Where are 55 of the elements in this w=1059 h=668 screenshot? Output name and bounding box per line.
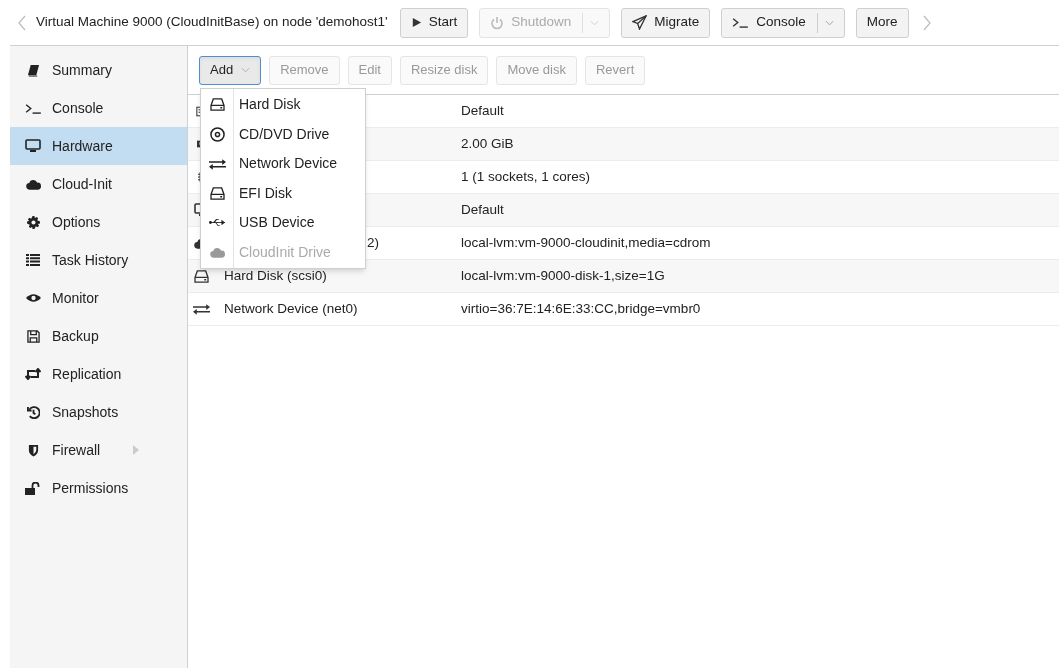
- sidebar-item[interactable]: Firewall: [10, 431, 187, 469]
- play-icon: [410, 17, 422, 28]
- sidebar-item[interactable]: Task History: [10, 241, 187, 279]
- table-cell-text: local-lvm:vm-9000-cloudinit,media=cdrom: [461, 233, 711, 252]
- usb-icon: [209, 218, 225, 228]
- terminal-icon: [24, 102, 42, 114]
- toolbar-button[interactable]: Start: [399, 7, 469, 38]
- table-cell-text: Hard Disk (scsi0): [224, 266, 327, 285]
- table-cell-text: Default: [461, 101, 504, 120]
- table-cell-text: virtio=36:7E:14:6E:33:CC,bridge=vmbr0: [461, 299, 701, 318]
- power-icon: [490, 15, 505, 30]
- disc-icon: [209, 126, 225, 142]
- menu-item[interactable]: EFI Disk: [201, 178, 365, 208]
- sidebar-item[interactable]: Summary: [10, 51, 187, 89]
- sidebar-item[interactable]: Hardware: [10, 127, 187, 165]
- window-title: Virtual Machine 9000 (CloudInitBase) on node 'demohost1': [36, 13, 388, 32]
- menu-item[interactable]: Network Device: [201, 149, 365, 179]
- table-cell-text: 2.00 GiB: [461, 134, 514, 153]
- book-icon: [26, 63, 40, 77]
- table-cell-text: Network Device (net0): [224, 299, 358, 318]
- sidebar-item[interactable]: Snapshots: [10, 393, 187, 431]
- exchange-arrows-icon: [193, 303, 210, 315]
- shield-icon: [27, 443, 39, 457]
- sidebar-item[interactable]: Monitor: [10, 279, 187, 317]
- sidebar-item[interactable]: Options: [10, 203, 187, 241]
- terminal-icon: [732, 17, 750, 28]
- menu-item[interactable]: USB Device: [201, 208, 365, 238]
- split-button[interactable]: Console: [721, 7, 845, 38]
- menu-item[interactable]: Hard Disk: [201, 90, 365, 120]
- sidebar-item[interactable]: Backup: [10, 317, 187, 355]
- history-icon: [26, 405, 40, 419]
- table-cell-text: 2): [367, 233, 379, 252]
- exchange-arrows-icon: [208, 157, 226, 170]
- open-padlock-icon: [25, 481, 41, 495]
- menu-item[interactable]: CD/DVD Drive: [201, 119, 365, 149]
- table-cell-text: local-lvm:vm-9000-disk-1,size=1G: [461, 266, 665, 285]
- eye-icon: [25, 293, 41, 303]
- sidebar-item[interactable]: Permissions: [10, 469, 187, 507]
- monitor-icon: [25, 139, 41, 153]
- toolbar-button[interactable]: Add: [199, 55, 262, 85]
- table-cell-text: 1 (1 sockets, 1 cores): [461, 167, 591, 186]
- sidebar-item[interactable]: Console: [10, 89, 187, 127]
- cycle-arrows-icon: [25, 368, 41, 380]
- floppy-disk-icon: [26, 329, 40, 343]
- paper-plane-icon: [632, 15, 648, 30]
- list-icon: [26, 254, 40, 266]
- sidebar-item[interactable]: Cloud-Init: [10, 165, 187, 203]
- cloud-icon: [25, 178, 41, 190]
- toolbar-button[interactable]: Migrate: [621, 7, 711, 38]
- sidebar-item[interactable]: Replication: [10, 355, 187, 393]
- gear-icon: [26, 215, 40, 229]
- scroll-right-icon[interactable]: [922, 14, 931, 31]
- toolbar-button[interactable]: More: [855, 7, 909, 38]
- table-cell-text: Default: [461, 200, 504, 219]
- cloud-icon: [209, 246, 225, 258]
